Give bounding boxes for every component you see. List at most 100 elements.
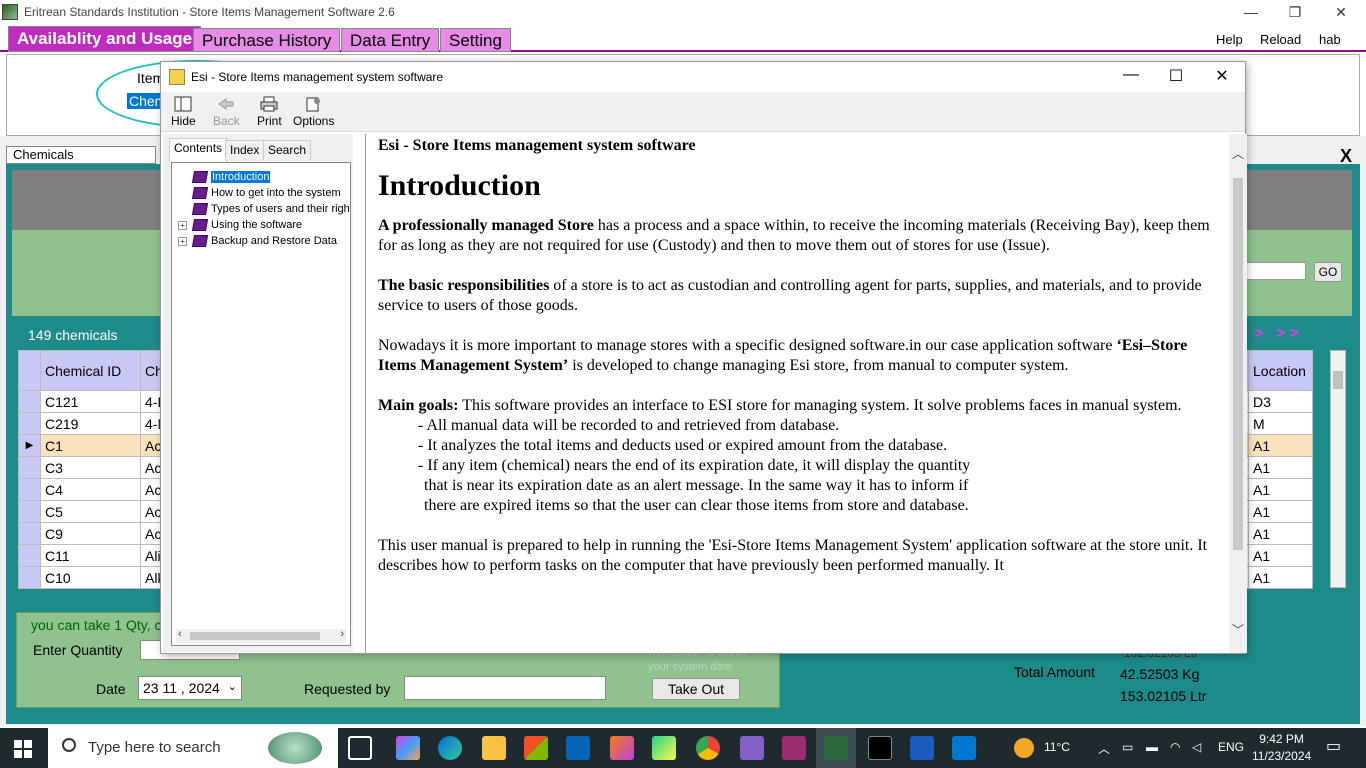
row-header[interactable] <box>18 390 41 413</box>
help-minimize-button[interactable]: — <box>1116 66 1146 84</box>
scroll-thumb[interactable] <box>1233 178 1243 550</box>
row-header[interactable] <box>18 478 41 501</box>
cell-id[interactable]: C3 <box>40 456 141 479</box>
intellij-icon[interactable] <box>610 736 634 760</box>
file-explorer-icon[interactable] <box>482 736 506 760</box>
scroll-thumb[interactable] <box>1333 371 1343 389</box>
tree-horizontal-scrollbar[interactable]: ‹ › <box>176 628 346 643</box>
wifi-icon[interactable]: ◠ <box>1170 740 1180 754</box>
date-picker[interactable]: 23 11 , 2024 ⌄ <box>138 676 242 700</box>
expand-icon[interactable]: + <box>178 220 187 230</box>
tree-label[interactable]: Backup and Restore Data <box>211 235 337 247</box>
cell-location[interactable]: M <box>1248 412 1313 435</box>
volume-icon[interactable]: ◁ <box>1192 740 1201 754</box>
pager-next-buttons[interactable]: > >> <box>1254 325 1302 343</box>
tab-purchase-history[interactable]: Purchase History <box>193 28 341 52</box>
cell-location[interactable]: A1 <box>1248 478 1313 501</box>
hide-button[interactable]: Hide <box>171 96 196 128</box>
cell-id[interactable]: C9 <box>40 522 141 545</box>
windows-start-icon[interactable] <box>14 740 32 758</box>
terminal-icon[interactable] <box>868 736 892 760</box>
column-header-location[interactable]: Location <box>1248 350 1313 391</box>
help-menu[interactable]: Help <box>1216 32 1243 47</box>
tray-device-icon[interactable]: ▭ <box>1122 740 1133 754</box>
cell-location[interactable]: A1 <box>1248 566 1313 589</box>
tree-item-login[interactable]: How to get into the system <box>178 187 341 199</box>
chemicals-tab[interactable]: Chemicals <box>6 146 156 164</box>
edge-icon[interactable] <box>438 736 462 760</box>
tab-search[interactable]: Search <box>263 140 312 160</box>
row-header[interactable] <box>18 522 41 545</box>
minimize-button[interactable]: — <box>1228 0 1274 24</box>
row-header[interactable] <box>18 500 41 523</box>
vscode-icon[interactable] <box>952 736 976 760</box>
close-button[interactable]: ✕ <box>1318 0 1364 24</box>
cell-id[interactable]: C11 <box>40 544 141 567</box>
tab-contents[interactable]: Contents <box>169 138 228 162</box>
outlook-icon[interactable] <box>566 736 590 760</box>
cell-id[interactable]: C1 <box>40 434 141 457</box>
chrome-icon[interactable] <box>696 736 720 760</box>
tree-label[interactable]: How to get into the system <box>211 187 341 199</box>
take-out-button[interactable]: Take Out <box>652 678 740 700</box>
cell-location[interactable]: A1 <box>1248 544 1313 567</box>
row-header[interactable] <box>18 456 41 479</box>
column-header-id[interactable]: Chemical ID <box>40 350 141 391</box>
pycharm-icon[interactable] <box>652 736 676 760</box>
system-clock[interactable]: 9:42 PM 11/23/2024 <box>1252 731 1311 765</box>
table-scrollbar[interactable] <box>1330 350 1346 588</box>
copilot-icon[interactable] <box>396 736 420 760</box>
tab-setting[interactable]: Setting <box>440 28 511 52</box>
cell-id[interactable]: C10 <box>40 566 141 589</box>
print-button[interactable]: Print <box>257 96 282 128</box>
row-selector-arrow[interactable]: ▶ <box>18 434 41 457</box>
scroll-left-icon[interactable]: ‹ <box>178 628 182 640</box>
back-button[interactable]: Back <box>213 96 240 128</box>
weather-icon[interactable] <box>1014 738 1034 758</box>
restore-button[interactable]: ❐ <box>1272 0 1318 24</box>
search-input[interactable] <box>1246 262 1306 280</box>
row-header[interactable] <box>18 566 41 589</box>
row-header[interactable] <box>18 544 41 567</box>
scroll-right-icon[interactable]: › <box>340 628 344 640</box>
task-view-icon[interactable] <box>348 736 372 760</box>
tree-label[interactable]: Introduction <box>211 171 271 183</box>
tree-item-backup[interactable]: + Backup and Restore Data <box>178 235 337 247</box>
tree-label[interactable]: Types of users and their righ <box>211 203 350 215</box>
options-button[interactable]: Options <box>293 96 334 128</box>
cell-location[interactable]: A1 <box>1248 434 1313 457</box>
language-indicator[interactable]: ENG <box>1218 740 1244 754</box>
cell-id[interactable]: C4 <box>40 478 141 501</box>
tray-chevron-icon[interactable]: ︿ <box>1098 740 1110 757</box>
scroll-thumb[interactable] <box>190 632 320 640</box>
expand-icon[interactable]: + <box>178 236 187 246</box>
scroll-down-icon[interactable]: ﹀ <box>1232 620 1244 640</box>
visual-studio-icon[interactable] <box>740 736 764 760</box>
cell-id[interactable]: C121 <box>40 390 141 413</box>
tab-index[interactable]: Index <box>225 140 265 160</box>
user-menu[interactable]: hab <box>1319 32 1341 47</box>
store-icon[interactable] <box>524 736 548 760</box>
go-button[interactable]: GO <box>1314 262 1342 282</box>
cell-location[interactable]: A1 <box>1248 500 1313 523</box>
chevron-down-icon[interactable]: ⌄ <box>228 680 237 693</box>
requested-by-input[interactable] <box>404 676 606 700</box>
cell-location[interactable]: A1 <box>1248 522 1313 545</box>
cell-id[interactable]: C219 <box>40 412 141 435</box>
tree-item-users[interactable]: Types of users and their righ <box>178 203 350 215</box>
scroll-up-icon[interactable]: ︿ <box>1232 144 1244 164</box>
tree-item-introduction[interactable]: Introduction <box>178 171 271 183</box>
row-header[interactable] <box>18 412 41 435</box>
esi-app-icon[interactable] <box>824 736 848 760</box>
content-scrollbar[interactable]: ︿ ﹀ <box>1229 134 1247 653</box>
cell-location[interactable]: A1 <box>1248 456 1313 479</box>
reload-menu[interactable]: Reload <box>1260 32 1301 47</box>
tab-data-entry[interactable]: Data Entry <box>341 28 440 52</box>
word-icon[interactable] <box>910 736 934 760</box>
battery-icon[interactable]: ▬ <box>1146 740 1158 754</box>
tree-label[interactable]: Using the software <box>211 219 302 231</box>
tab-availability[interactable]: Availablity and Usage <box>8 26 202 52</box>
weather-temp[interactable]: 11°C <box>1044 740 1070 754</box>
pdf-app-icon[interactable] <box>782 736 806 760</box>
cell-id[interactable]: C5 <box>40 500 141 523</box>
